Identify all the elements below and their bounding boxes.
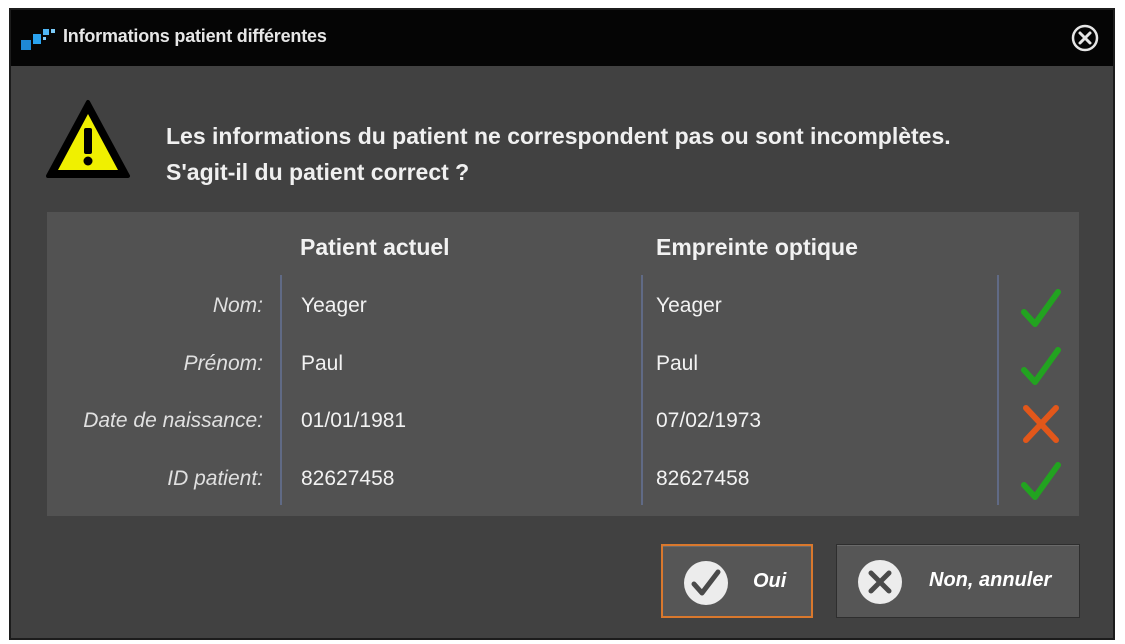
cancel-button[interactable]: Non, annuler <box>836 544 1080 618</box>
table-row: ID patient: 82627458 82627458 <box>47 455 1079 511</box>
current-value: 01/01/1981 <box>301 409 407 432</box>
window-title: Informations patient différentes <box>63 26 327 46</box>
current-value: 82627458 <box>301 467 395 490</box>
checkmark-circle-icon <box>683 560 729 606</box>
app-logo-icon <box>19 24 65 54</box>
close-button[interactable] <box>1071 24 1099 52</box>
row-label: Date de naissance: <box>83 409 263 432</box>
optical-value: Yeager <box>656 294 722 317</box>
optical-value: Paul <box>656 352 699 375</box>
table-row: Date de naissance: 01/01/1981 07/02/1973 <box>47 397 1079 453</box>
table-row: Prénom: Paul Paul <box>47 340 1079 396</box>
message-line-1: Les informations du patient ne correspon… <box>166 123 951 149</box>
check-icon <box>1021 346 1061 388</box>
header-optical-impression: Empreinte optique <box>656 234 858 260</box>
cancel-button-label: Non, annuler <box>929 569 1052 591</box>
row-label: Prénom: <box>183 352 263 375</box>
comparison-table: Patient actuel Empreinte optique Nom: Ye… <box>47 212 1079 516</box>
check-icon <box>1021 288 1061 330</box>
current-value: Yeager <box>301 294 367 317</box>
close-circle-icon <box>1071 24 1099 52</box>
header-current-patient: Patient actuel <box>300 234 450 260</box>
row-label: ID patient: <box>167 467 263 490</box>
title-bar[interactable]: Informations patient différentes <box>11 10 1113 66</box>
patient-mismatch-dialog: Informations patient différentes Les inf… <box>9 8 1115 640</box>
optical-value: 82627458 <box>656 467 750 490</box>
warning-triangle-icon <box>45 98 131 180</box>
table-row: Nom: Yeager Yeager <box>47 282 1079 338</box>
row-label: Nom: <box>212 294 263 317</box>
yes-button[interactable]: Oui <box>661 544 813 618</box>
current-value: Paul <box>301 352 344 375</box>
check-icon <box>1021 461 1061 503</box>
cross-icon <box>1021 403 1061 445</box>
message-line-2: S'agit-il du patient correct ? <box>166 159 470 185</box>
x-circle-icon <box>857 559 903 605</box>
optical-value: 07/02/1973 <box>656 409 762 432</box>
dialog-message: Les informations du patient ne correspon… <box>166 118 1096 190</box>
yes-button-label: Oui <box>753 570 787 592</box>
